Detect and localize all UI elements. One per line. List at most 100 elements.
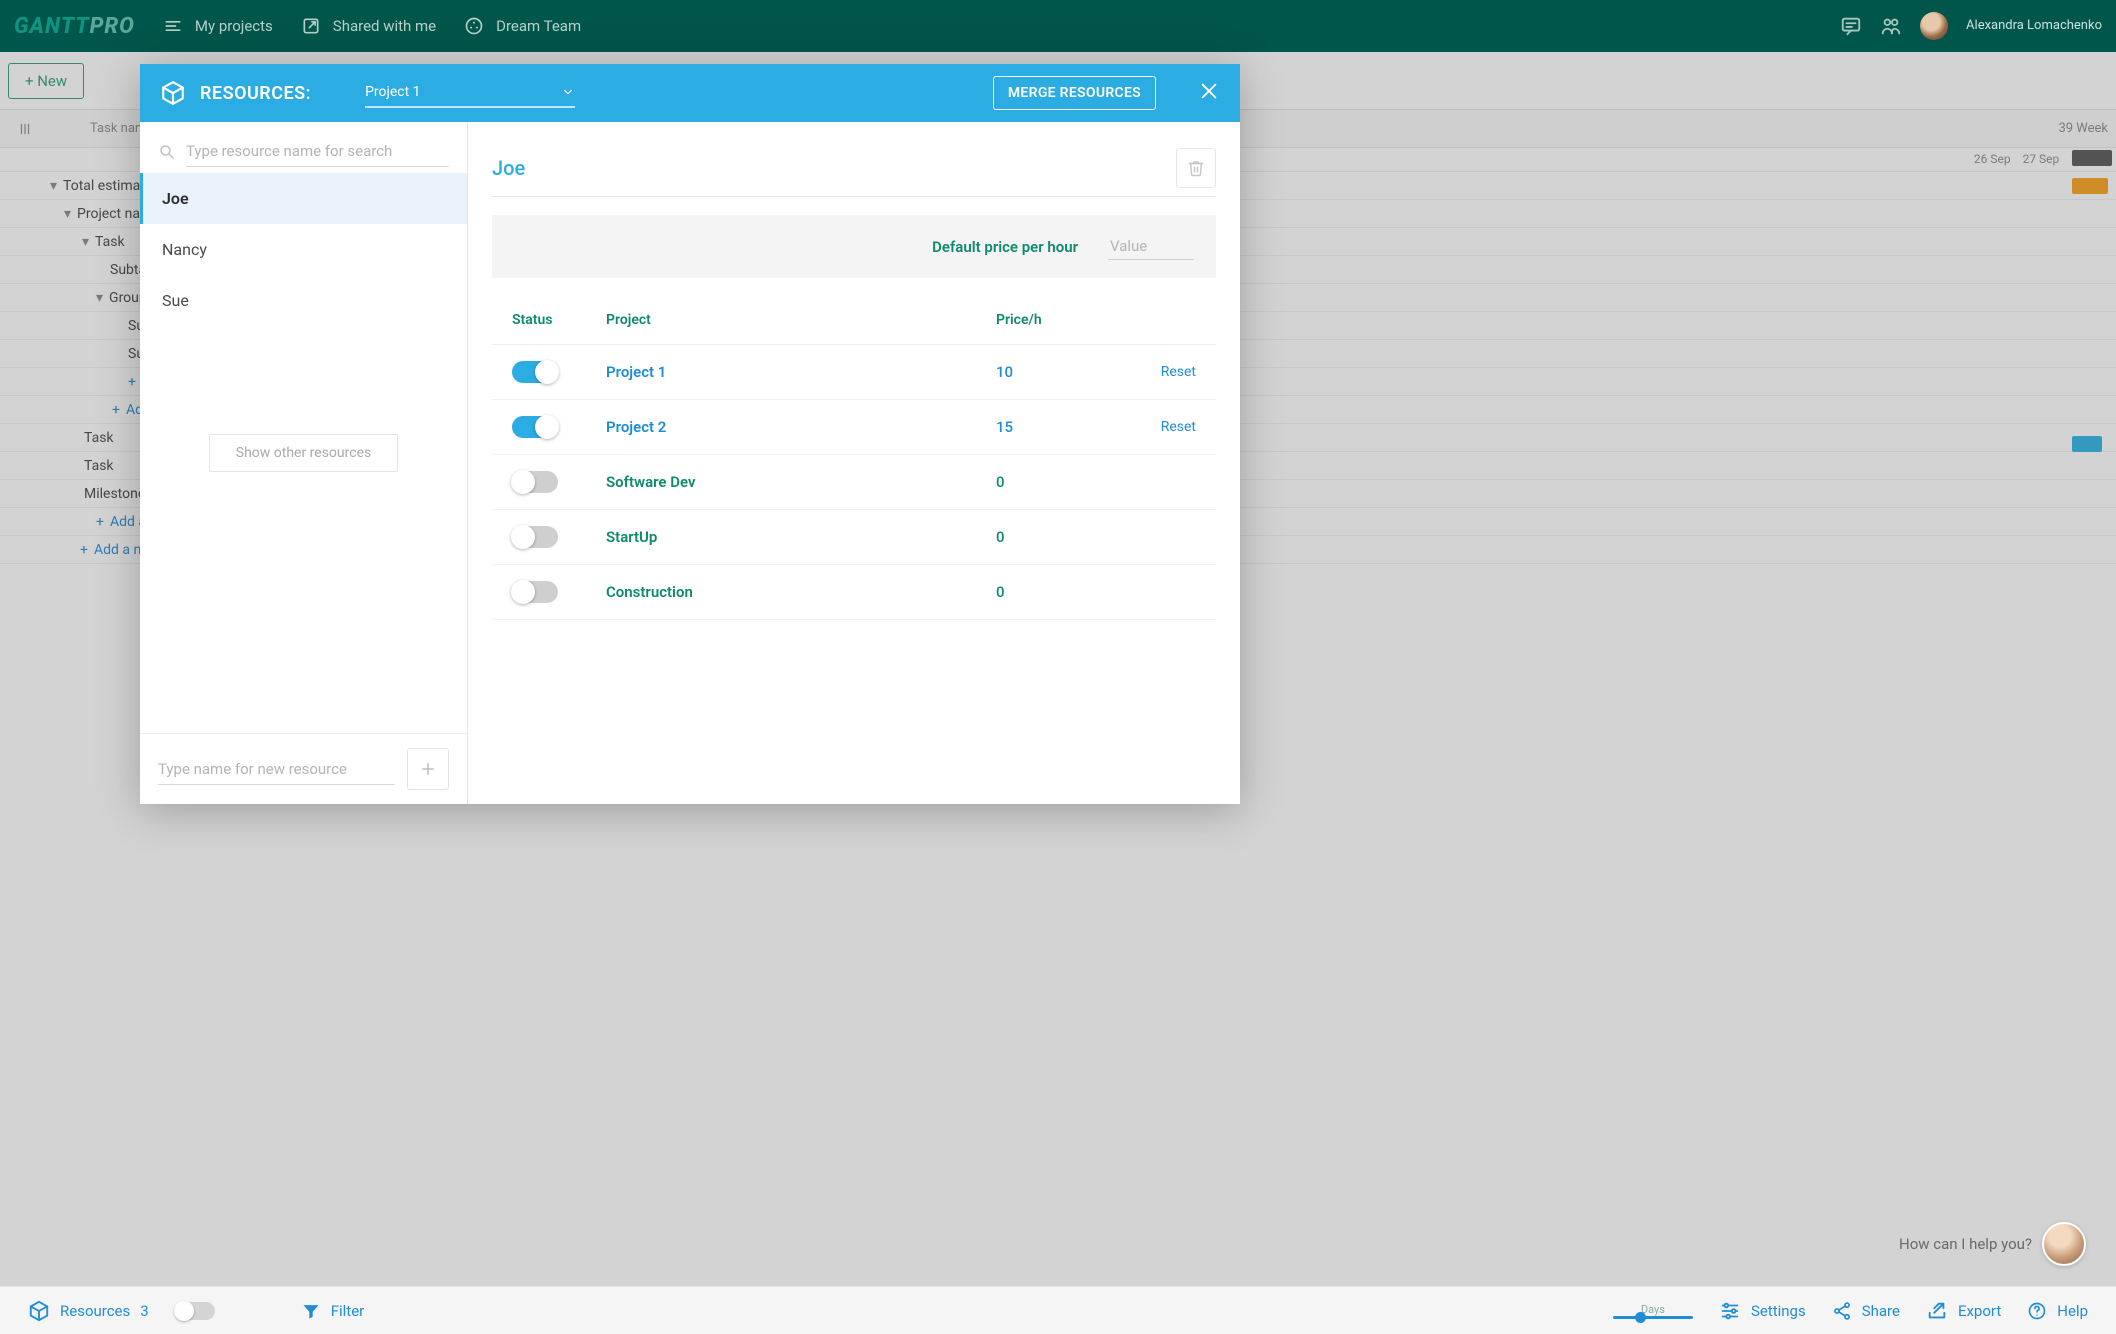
close-button[interactable]	[1198, 80, 1220, 106]
project-row: Project 110Reset	[492, 345, 1216, 400]
help-button[interactable]: Help	[2027, 1301, 2088, 1321]
project-status-toggle[interactable]	[512, 361, 558, 383]
date-cell: 27 Sep	[2023, 152, 2060, 171]
project-status-toggle[interactable]	[512, 416, 558, 438]
chevron-down-icon	[561, 85, 575, 99]
reset-price-button[interactable]: Reset	[1116, 364, 1196, 380]
nav-my-projects[interactable]: My projects	[163, 16, 273, 36]
project-price[interactable]: 0	[996, 528, 1116, 546]
bottom-bar: Resources 3 Filter Days Settings Share E…	[0, 1286, 2116, 1334]
help-avatar	[2042, 1222, 2086, 1266]
resources-label: Resources	[60, 1302, 130, 1320]
project-row: StartUp0	[492, 510, 1216, 565]
trash-icon	[1187, 159, 1205, 177]
sliders-icon	[1719, 1300, 1741, 1322]
drag-handle-icon[interactable]	[18, 122, 32, 136]
project-select[interactable]: Project 1	[365, 78, 575, 108]
col-status: Status	[512, 312, 606, 328]
help-bubble-text: How can I help you?	[1899, 1235, 2032, 1253]
settings-label: Settings	[1751, 1302, 1806, 1320]
filter-button[interactable]: Filter	[301, 1301, 365, 1321]
zoom-slider[interactable]: Days	[1613, 1303, 1693, 1319]
project-name: StartUp	[606, 528, 996, 546]
project-name: Software Dev	[606, 473, 996, 491]
close-icon	[1198, 80, 1220, 102]
resource-search-input[interactable]	[186, 136, 449, 167]
resource-list-item[interactable]: Nancy	[140, 224, 467, 275]
search-icon	[158, 143, 176, 161]
resource-list-item[interactable]: Joe	[140, 173, 467, 224]
help-bubble[interactable]: How can I help you?	[1899, 1222, 2086, 1266]
resources-left-pane: JoeNancySue Show other resources	[140, 122, 468, 804]
user-name: Alexandra Lomachenko	[1966, 18, 2102, 34]
project-price[interactable]: 0	[996, 583, 1116, 601]
resource-name-input[interactable]	[492, 156, 1176, 180]
nav-label: Dream Team	[496, 17, 581, 35]
gantt-bar[interactable]	[2072, 436, 2102, 452]
project-price[interactable]: 0	[996, 473, 1116, 491]
nav-label: Shared with me	[333, 17, 436, 35]
nav-team[interactable]: Dream Team	[464, 16, 581, 36]
default-price-box: Default price per hour	[492, 215, 1216, 278]
export-icon	[1926, 1300, 1948, 1322]
gantt-bars	[2072, 150, 2112, 464]
settings-button[interactable]: Settings	[1719, 1300, 1806, 1322]
col-project: Project	[606, 312, 996, 328]
merge-resources-button[interactable]: MERGE RESOURCES	[993, 76, 1156, 110]
project-name: Construction	[606, 583, 996, 601]
new-resource-input[interactable]	[158, 754, 395, 785]
resource-list: JoeNancySue	[140, 173, 467, 416]
new-resource-row	[140, 733, 467, 804]
project-status-toggle[interactable]	[512, 581, 558, 603]
cube-icon	[160, 80, 186, 106]
resources-button[interactable]: Resources 3	[28, 1300, 149, 1322]
project-name[interactable]: Project 2	[606, 418, 996, 436]
logo-text-2: PRO	[90, 14, 135, 39]
project-price[interactable]: 10	[996, 363, 1116, 381]
col-price: Price/h	[996, 312, 1116, 328]
default-price-input[interactable]	[1108, 233, 1194, 260]
nav-shared[interactable]: Shared with me	[301, 16, 436, 36]
share-button[interactable]: Share	[1832, 1301, 1900, 1321]
resources-count: 3	[140, 1302, 148, 1320]
share-box-icon	[301, 16, 321, 36]
project-status-toggle[interactable]	[512, 471, 558, 493]
resources-toggle[interactable]	[175, 1302, 215, 1320]
project-price-table: Status Project Price/h Project 110ResetP…	[492, 296, 1216, 620]
project-row: Software Dev0	[492, 455, 1216, 510]
new-button[interactable]: + New	[8, 63, 84, 99]
project-row: Construction0	[492, 565, 1216, 620]
gantt-bar[interactable]	[2072, 150, 2112, 166]
project-select-value: Project 1	[365, 84, 420, 100]
show-other-resources-button[interactable]: Show other resources	[209, 434, 398, 472]
project-status-toggle[interactable]	[512, 526, 558, 548]
logo: GANTTPRO	[14, 14, 135, 39]
chat-icon[interactable]	[1840, 15, 1862, 37]
date-cell: 26 Sep	[1974, 152, 2011, 171]
people-icon[interactable]	[1880, 15, 1902, 37]
list-icon	[163, 16, 183, 36]
reset-price-button[interactable]: Reset	[1116, 419, 1196, 435]
cube-icon	[28, 1300, 50, 1322]
table-header: Status Project Price/h	[492, 296, 1216, 345]
help-label: Help	[2057, 1302, 2088, 1320]
week-label: 39 Week	[2058, 121, 2108, 136]
filter-icon	[301, 1301, 321, 1321]
logo-text-1: GANTT	[14, 14, 90, 39]
resource-search-row	[140, 122, 467, 173]
help-icon	[2027, 1301, 2047, 1321]
resource-detail-pane: Default price per hour Status Project Pr…	[468, 122, 1240, 804]
export-button[interactable]: Export	[1926, 1300, 2001, 1322]
modal-header: RESOURCES: Project 1 MERGE RESOURCES	[140, 64, 1240, 122]
resource-list-item[interactable]: Sue	[140, 275, 467, 326]
header-right: Alexandra Lomachenko	[1840, 12, 2102, 40]
resources-modal: RESOURCES: Project 1 MERGE RESOURCES Joe…	[140, 64, 1240, 804]
modal-title: RESOURCES:	[200, 83, 311, 104]
project-name[interactable]: Project 1	[606, 363, 996, 381]
gantt-bar[interactable]	[2072, 178, 2108, 194]
delete-resource-button[interactable]	[1176, 148, 1216, 188]
add-resource-button[interactable]	[407, 748, 449, 790]
default-price-label: Default price per hour	[932, 238, 1078, 256]
project-price[interactable]: 15	[996, 418, 1116, 436]
avatar[interactable]	[1920, 12, 1948, 40]
